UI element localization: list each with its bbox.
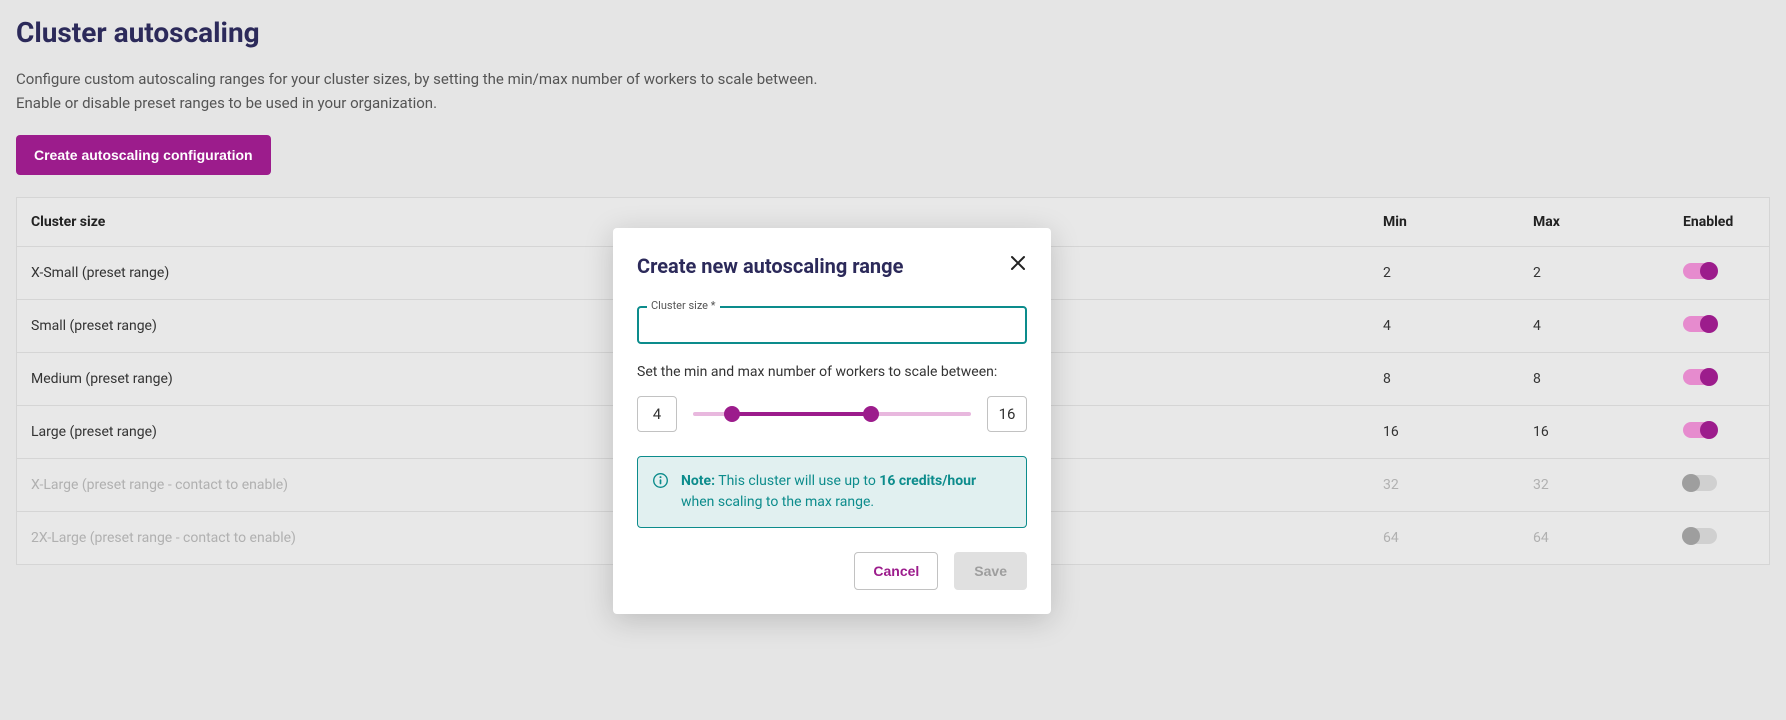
create-autoscaling-button[interactable]: Create autoscaling configuration xyxy=(16,135,271,175)
enabled-toggle[interactable] xyxy=(1683,528,1717,544)
page-description: Configure custom autoscaling ranges for … xyxy=(16,67,1770,115)
cell-max: 2 xyxy=(1519,247,1669,300)
cell-min: 8 xyxy=(1369,353,1519,406)
note-before: This cluster will use up to xyxy=(718,473,879,489)
cell-enabled xyxy=(1669,512,1769,565)
cell-enabled xyxy=(1669,353,1769,406)
cell-enabled xyxy=(1669,406,1769,459)
cell-enabled xyxy=(1669,247,1769,300)
create-range-modal: Create new autoscaling range Cluster siz… xyxy=(613,228,1051,614)
modal-title: Create new autoscaling range xyxy=(637,254,903,278)
min-value-box[interactable]: 4 xyxy=(637,396,677,432)
toggle-knob xyxy=(1700,368,1718,386)
save-button[interactable]: Save xyxy=(954,552,1027,590)
set-range-label: Set the min and max number of workers to… xyxy=(637,364,1027,380)
cell-enabled xyxy=(1669,300,1769,353)
page-desc-line1: Configure custom autoscaling ranges for … xyxy=(16,67,1770,91)
info-icon xyxy=(652,472,669,513)
enabled-toggle[interactable] xyxy=(1683,316,1717,332)
cell-min: 16 xyxy=(1369,406,1519,459)
max-value-box[interactable]: 16 xyxy=(987,396,1027,432)
cell-max: 64 xyxy=(1519,512,1669,565)
cell-min: 64 xyxy=(1369,512,1519,565)
cell-max: 4 xyxy=(1519,300,1669,353)
page-title: Cluster autoscaling xyxy=(16,16,1770,49)
note-box: Note: This cluster will use up to 16 cre… xyxy=(637,456,1027,528)
col-header-min: Min xyxy=(1369,198,1519,247)
close-icon[interactable] xyxy=(1009,254,1027,272)
range-slider[interactable] xyxy=(693,404,971,424)
col-header-max: Max xyxy=(1519,198,1669,247)
note-text: Note: This cluster will use up to 16 cre… xyxy=(681,471,1012,513)
enabled-toggle[interactable] xyxy=(1683,422,1717,438)
cell-max: 16 xyxy=(1519,406,1669,459)
slider-thumb-min[interactable] xyxy=(724,406,740,422)
enabled-toggle[interactable] xyxy=(1683,263,1717,279)
col-header-enabled: Enabled xyxy=(1669,198,1769,247)
slider-thumb-max[interactable] xyxy=(863,406,879,422)
toggle-knob xyxy=(1700,315,1718,333)
cell-min: 4 xyxy=(1369,300,1519,353)
enabled-toggle[interactable] xyxy=(1683,475,1717,491)
toggle-knob xyxy=(1700,421,1718,439)
slider-fill xyxy=(732,412,871,416)
page-desc-line2: Enable or disable preset ranges to be us… xyxy=(16,91,1770,115)
cancel-button[interactable]: Cancel xyxy=(854,552,938,590)
cell-min: 32 xyxy=(1369,459,1519,512)
note-after: when scaling to the max range. xyxy=(681,494,874,510)
note-label: Note: xyxy=(681,473,715,489)
enabled-toggle[interactable] xyxy=(1683,369,1717,385)
toggle-knob xyxy=(1682,474,1700,492)
toggle-knob xyxy=(1700,262,1718,280)
cell-enabled xyxy=(1669,459,1769,512)
toggle-knob xyxy=(1682,527,1700,545)
cell-min: 2 xyxy=(1369,247,1519,300)
cell-max: 8 xyxy=(1519,353,1669,406)
note-credits: 16 credits/hour xyxy=(879,473,976,489)
cell-max: 32 xyxy=(1519,459,1669,512)
cluster-size-label: Cluster size * xyxy=(647,299,720,312)
